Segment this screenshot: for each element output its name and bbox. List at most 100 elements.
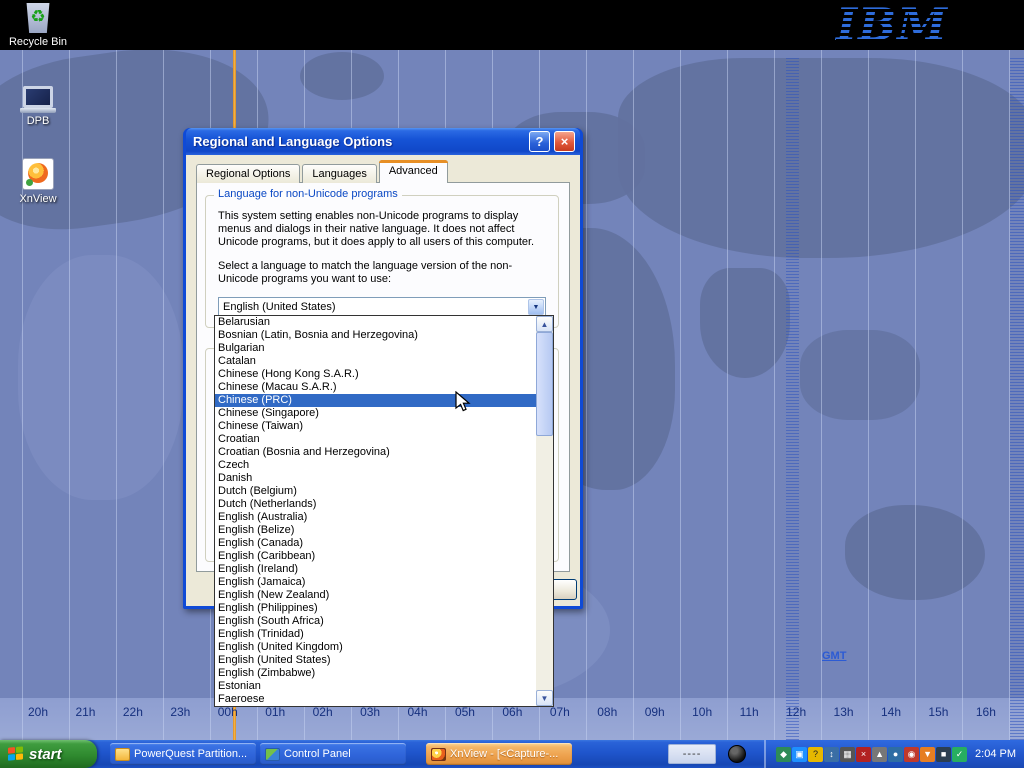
list-item[interactable]: Danish [215, 472, 536, 485]
desktop: 20h21h22h23h00h01h02h03h04h05h06h07h08h0… [0, 0, 1024, 768]
list-item[interactable]: Faeroese [215, 693, 536, 706]
scrollbar-thumb[interactable] [536, 332, 553, 436]
window-button-icon [265, 748, 280, 761]
timezone-label: 16h [976, 705, 996, 719]
desktop-icon-xnview[interactable]: XnView [6, 158, 70, 205]
taskbar-toolbar-segment[interactable]: ---- [668, 744, 716, 764]
list-item[interactable]: English (Canada) [215, 537, 536, 550]
xnview-icon [22, 158, 54, 190]
tray-icon[interactable]: ● [888, 747, 903, 762]
list-item[interactable]: English (South Africa) [215, 615, 536, 628]
taskbar-window-button[interactable]: XnView - [<Capture-... [426, 743, 572, 765]
tray-icon[interactable]: ◉ [904, 747, 919, 762]
list-item[interactable]: English (Trinidad) [215, 628, 536, 641]
list-item[interactable]: English (New Zealand) [215, 589, 536, 602]
window-button-icon [431, 748, 446, 761]
taskbar: start PowerQuest Partition... Control Pa… [0, 740, 1024, 768]
tray-icon[interactable]: × [856, 747, 871, 762]
timezone-label: 12h [786, 705, 806, 719]
scroll-up-icon[interactable]: ▲ [536, 316, 553, 332]
close-button[interactable]: × [554, 131, 575, 152]
combo-dropdown-arrow-icon[interactable]: ▼ [528, 299, 544, 315]
list-item[interactable]: Dutch (Belgium) [215, 485, 536, 498]
dropdown-items: BelarusianBosnian (Latin, Bosnia and Her… [215, 316, 536, 706]
tray-icon[interactable]: ▲ [872, 747, 887, 762]
timezone-label: 01h [265, 705, 285, 719]
window-button-label: XnView - [<Capture-... [450, 748, 558, 760]
timezone-label: 09h [645, 705, 665, 719]
combobox-value: English (United States) [223, 301, 336, 313]
laptop-icon [20, 86, 56, 112]
list-item[interactable]: English (Caribbean) [215, 550, 536, 563]
desktop-icon-label: DPB [6, 115, 70, 127]
tray-icon[interactable]: ▼ [920, 747, 935, 762]
list-item[interactable]: Croatian (Bosnia and Herzegovina) [215, 446, 536, 459]
tray-icon[interactable]: ■ [936, 747, 951, 762]
toolbar-orb-icon [728, 745, 746, 763]
list-item[interactable]: English (Philippines) [215, 602, 536, 615]
list-item[interactable]: Bosnian (Latin, Bosnia and Herzegovina) [215, 329, 536, 342]
list-item[interactable]: Croatian [215, 433, 536, 446]
timezone-label: 14h [881, 705, 901, 719]
list-item[interactable]: Catalan [215, 355, 536, 368]
list-item[interactable]: Chinese (Singapore) [215, 407, 536, 420]
dropdown-scrollbar[interactable]: ▲ ▼ [536, 316, 553, 706]
taskbar-toolbar-icon-area[interactable] [716, 742, 758, 766]
gmt-label: GMT [822, 650, 846, 662]
dialog-titlebar[interactable]: Regional and Language Options ? × [186, 128, 580, 155]
scrollbar-track[interactable] [536, 436, 553, 690]
list-item[interactable]: Bulgarian [215, 342, 536, 355]
list-item[interactable]: English (Ireland) [215, 563, 536, 576]
list-item[interactable]: English (United Kingdom) [215, 641, 536, 654]
desktop-icon-dpb[interactable]: DPB [6, 86, 70, 127]
list-item[interactable]: Chinese (Macau S.A.R.) [215, 381, 536, 394]
tab[interactable]: Regional Options [196, 164, 300, 183]
desktop-icon-label: Recycle Bin [6, 36, 70, 48]
list-item[interactable]: Dutch (Netherlands) [215, 498, 536, 511]
timezone-hatch-band [786, 58, 799, 740]
list-item[interactable]: Czech [215, 459, 536, 472]
timezone-label: 23h [170, 705, 190, 719]
language-group-box: Language for non-Unicode programs This s… [205, 195, 559, 328]
taskbar-window-button[interactable]: Control Panel [260, 743, 406, 765]
description-text: This system setting enables non-Unicode … [218, 210, 546, 249]
list-item[interactable]: Chinese (Hong Kong S.A.R.) [215, 368, 536, 381]
taskbar-clock[interactable]: 2:04 PM [975, 748, 1016, 760]
group-box-title: Language for non-Unicode programs [214, 188, 402, 200]
language-combobox[interactable]: English (United States) ▼ [218, 297, 546, 317]
help-button[interactable]: ? [529, 131, 550, 152]
tab[interactable]: Advanced [379, 160, 448, 183]
taskbar-window-button[interactable]: PowerQuest Partition... [110, 743, 256, 765]
timezone-label: 21h [75, 705, 95, 719]
list-item[interactable]: Belarusian [215, 316, 536, 329]
tray-icon[interactable]: ▦ [840, 747, 855, 762]
tray-icon[interactable]: ↕ [824, 747, 839, 762]
instruction-text: Select a language to match the language … [218, 260, 546, 286]
tray-icon[interactable]: ? [808, 747, 823, 762]
timezone-label: 07h [550, 705, 570, 719]
tray-icon[interactable]: ▣ [792, 747, 807, 762]
list-item[interactable]: English (Zimbabwe) [215, 667, 536, 680]
timezone-label: 04h [408, 705, 428, 719]
tab[interactable]: Languages [302, 164, 376, 183]
list-item[interactable]: English (Australia) [215, 511, 536, 524]
timezone-label: 06h [502, 705, 522, 719]
timezone-label: 11h [740, 705, 759, 719]
recycle-bin-icon: ♻ [25, 3, 51, 33]
list-item[interactable]: English (Belize) [215, 524, 536, 537]
window-button-label: Control Panel [284, 748, 351, 760]
list-item[interactable]: English (Jamaica) [215, 576, 536, 589]
list-item[interactable]: Chinese (PRC) [215, 394, 536, 407]
tray-icon[interactable]: ✓ [952, 747, 967, 762]
desktop-icon-recycle-bin[interactable]: ♻ Recycle Bin [6, 3, 70, 48]
scroll-down-icon[interactable]: ▼ [536, 690, 553, 706]
list-item[interactable]: Chinese (Taiwan) [215, 420, 536, 433]
timezone-label: 08h [597, 705, 617, 719]
list-item[interactable]: English (United States) [215, 654, 536, 667]
list-item[interactable]: Estonian [215, 680, 536, 693]
language-dropdown-list: BelarusianBosnian (Latin, Bosnia and Her… [214, 315, 554, 707]
dialog-title: Regional and Language Options [193, 134, 525, 149]
timezone-label-row: 20h21h22h23h00h01h02h03h04h05h06h07h08h0… [0, 705, 1024, 719]
tray-icon[interactable]: ◆ [776, 747, 791, 762]
start-button[interactable]: start [0, 740, 97, 768]
